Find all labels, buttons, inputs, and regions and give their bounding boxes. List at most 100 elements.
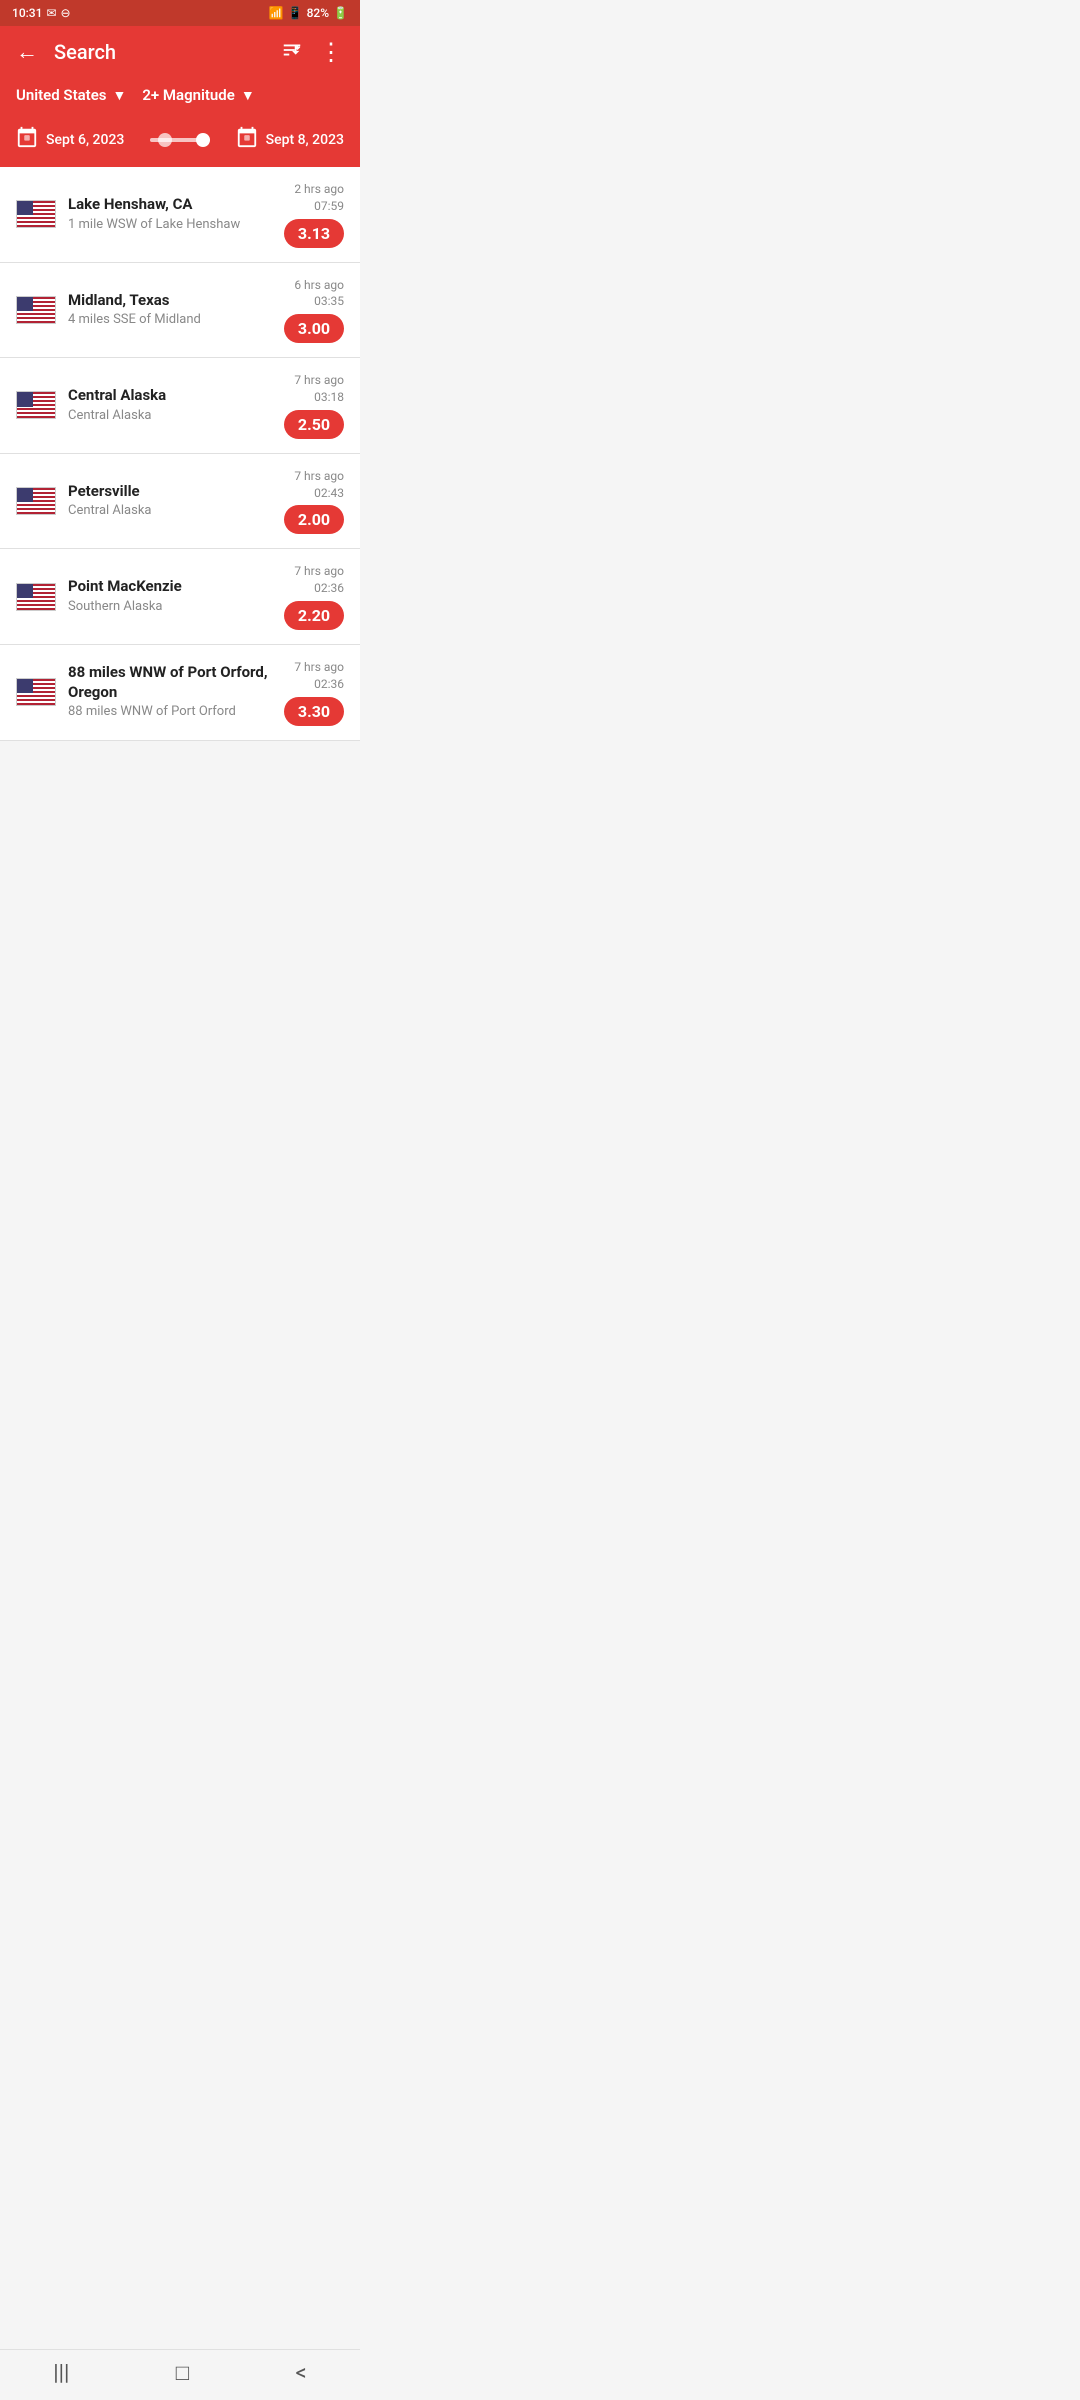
region-label: United States (16, 86, 106, 104)
earthquake-location: Southern Alaska (68, 599, 284, 616)
earthquake-time: 7 hrs ago03:18 (294, 372, 344, 406)
flag-stripe (17, 416, 55, 418)
app-bar-actions: ⋮ (281, 38, 344, 66)
flag-stripe (17, 225, 55, 227)
start-date-label: Sept 6, 2023 (46, 132, 124, 148)
magnitude-badge: 3.00 (284, 314, 344, 343)
earthquake-info: Central Alaska Central Alaska (68, 386, 284, 424)
status-time: 10:31 (12, 6, 42, 20)
earthquake-item[interactable]: Midland, Texas 4 miles SSE of Midland 6 … (0, 263, 360, 359)
earthquake-time-magnitude: 7 hrs ago02:36 3.30 (284, 659, 344, 726)
flag-canton (17, 392, 33, 406)
wifi-icon: 📶 (269, 6, 284, 20)
us-flag (16, 391, 56, 419)
flag-stripe (17, 512, 55, 514)
app-bar: ← Search ⋮ (0, 26, 360, 78)
us-flag (16, 296, 56, 324)
earthquake-name: 88 miles WNW of Port Orford, Oregon (68, 663, 284, 702)
magnitude-label: 2+ Magnitude (142, 86, 234, 104)
filter-bar: United States ▼ 2+ Magnitude ▼ (0, 78, 360, 116)
earthquake-item[interactable]: Point MacKenzie Southern Alaska 7 hrs ag… (0, 549, 360, 645)
earthquake-time-magnitude: 7 hrs ago03:18 2.50 (284, 372, 344, 439)
back-button[interactable]: ← (16, 39, 38, 65)
earthquake-list: Lake Henshaw, CA 1 mile WSW of Lake Hens… (0, 167, 360, 741)
earthquake-info: 88 miles WNW of Port Orford, Oregon 88 m… (68, 663, 284, 721)
recent-apps-button[interactable]: ||| (53, 2361, 69, 2386)
us-flag (16, 487, 56, 515)
earthquake-name: Central Alaska (68, 386, 284, 406)
magnitude-chevron-icon: ▼ (241, 87, 255, 104)
earthquake-info: Point MacKenzie Southern Alaska (68, 577, 284, 615)
magnitude-badge: 3.30 (284, 697, 344, 726)
flag-canton (17, 679, 33, 693)
earthquake-time: 7 hrs ago02:36 (294, 659, 344, 693)
flag-canton (17, 297, 33, 311)
home-button[interactable]: □ (176, 2360, 189, 2386)
end-date-label: Sept 8, 2023 (266, 132, 344, 148)
earthquake-location: Central Alaska (68, 408, 284, 425)
earthquake-item[interactable]: Lake Henshaw, CA 1 mile WSW of Lake Hens… (0, 167, 360, 263)
earthquake-time-magnitude: 7 hrs ago02:43 2.00 (284, 468, 344, 535)
magnitude-filter[interactable]: 2+ Magnitude ▼ (142, 86, 254, 104)
flag-canton (17, 488, 33, 502)
magnitude-badge: 2.50 (284, 410, 344, 439)
earthquake-location: 88 miles WNW of Port Orford (68, 704, 284, 721)
calendar-end-icon (236, 126, 258, 153)
earthquake-item[interactable]: 88 miles WNW of Port Orford, Oregon 88 m… (0, 645, 360, 741)
earthquake-time-magnitude: 6 hrs ago03:35 3.00 (284, 277, 344, 344)
earthquake-item[interactable]: Petersville Central Alaska 7 hrs ago02:4… (0, 454, 360, 550)
status-left: 10:31 ✉ ⊖ (12, 6, 71, 20)
bottom-spacer (0, 741, 360, 801)
earthquake-info: Midland, Texas 4 miles SSE of Midland (68, 291, 284, 329)
date-range-bar: Sept 6, 2023 Sept 8, 2023 (0, 116, 360, 167)
earthquake-name: Petersville (68, 482, 284, 502)
page-title: Search (54, 40, 265, 64)
flag-stripe (17, 321, 55, 323)
magnitude-badge: 2.00 (284, 505, 344, 534)
earthquake-item[interactable]: Central Alaska Central Alaska 7 hrs ago0… (0, 358, 360, 454)
back-nav-button[interactable]: < (296, 2361, 307, 2386)
bottom-navigation: ||| □ < (0, 2349, 360, 2400)
earthquake-info: Lake Henshaw, CA 1 mile WSW of Lake Hens… (68, 195, 284, 233)
battery-icon: 🔋 (333, 6, 348, 20)
earthquake-time-magnitude: 7 hrs ago02:36 2.20 (284, 563, 344, 630)
status-right: 📶 📱 82% 🔋 (269, 6, 348, 20)
mail-icon: ✉ (46, 6, 56, 20)
magnitude-badge: 3.13 (284, 219, 344, 248)
more-options-button[interactable]: ⋮ (319, 38, 344, 66)
earthquake-time-magnitude: 2 hrs ago07:59 3.13 (284, 181, 344, 248)
earthquake-name: Point MacKenzie (68, 577, 284, 597)
battery-text: 82% (307, 6, 329, 20)
earthquake-time: 7 hrs ago02:43 (294, 468, 344, 502)
earthquake-time: 6 hrs ago03:35 (294, 277, 344, 311)
calendar-start-icon (16, 126, 38, 153)
slider-track (150, 138, 210, 142)
sort-button[interactable] (281, 39, 303, 66)
us-flag (16, 678, 56, 706)
earthquake-name: Midland, Texas (68, 291, 284, 311)
signal-icon: 📱 (288, 6, 303, 20)
earthquake-location: Central Alaska (68, 503, 284, 520)
flag-canton (17, 201, 33, 215)
minus-circle-icon: ⊖ (61, 6, 71, 20)
slider-thumb-right (196, 133, 210, 147)
flag-stripe (17, 703, 55, 705)
earthquake-location: 1 mile WSW of Lake Henshaw (68, 217, 284, 234)
earthquake-time: 7 hrs ago02:36 (294, 563, 344, 597)
earthquake-info: Petersville Central Alaska (68, 482, 284, 520)
magnitude-badge: 2.20 (284, 601, 344, 630)
start-date-picker[interactable]: Sept 6, 2023 (16, 126, 124, 153)
flag-stripe (17, 608, 55, 610)
region-chevron-icon: ▼ (112, 87, 126, 104)
earthquake-location: 4 miles SSE of Midland (68, 312, 284, 329)
us-flag (16, 200, 56, 228)
earthquake-name: Lake Henshaw, CA (68, 195, 284, 215)
status-bar: 10:31 ✉ ⊖ 📶 📱 82% 🔋 (0, 0, 360, 26)
us-flag (16, 583, 56, 611)
earthquake-time: 2 hrs ago07:59 (294, 181, 344, 215)
flag-canton (17, 584, 33, 598)
slider-thumb-left (158, 133, 172, 147)
end-date-picker[interactable]: Sept 8, 2023 (236, 126, 344, 153)
region-filter[interactable]: United States ▼ (16, 86, 126, 104)
date-slider[interactable] (132, 138, 227, 142)
